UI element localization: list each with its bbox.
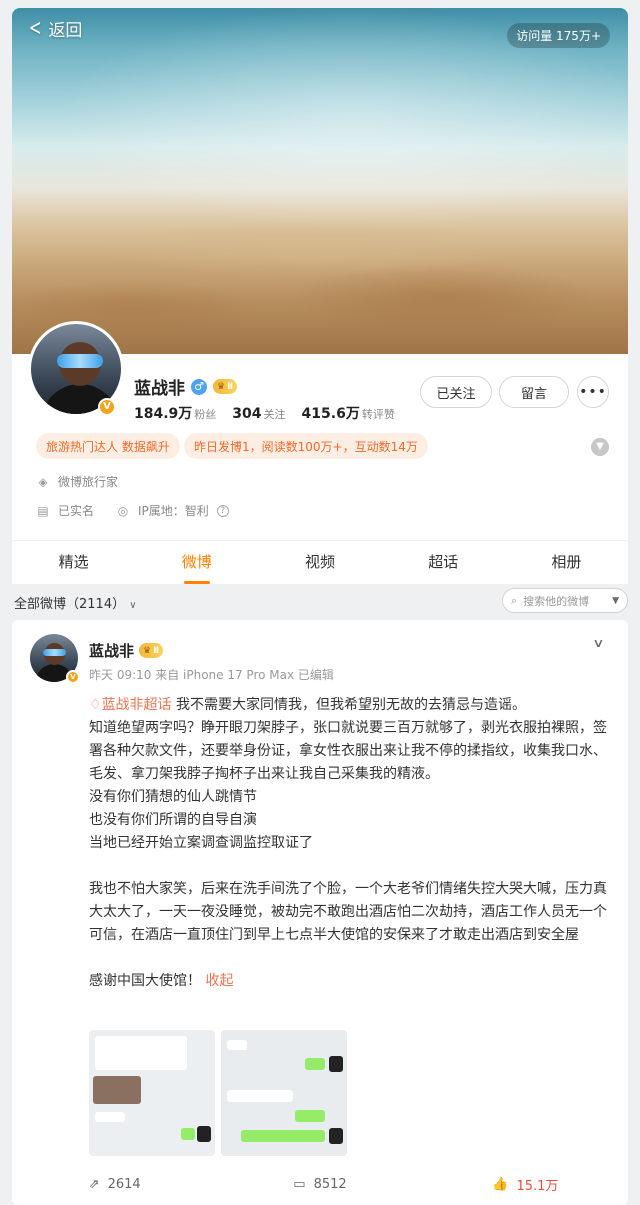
diamond-icon: ♢: [89, 697, 102, 713]
shield-icon: ◈: [38, 474, 48, 489]
stat-label: 转评赞: [361, 408, 395, 421]
search-posts-input[interactable]: ⌕ 搜索他的微博 ▼: [502, 588, 628, 613]
post-text: ♢蓝战非超话 我不需要大家同情我，但我希望别无故的去猜忌与造谣。 知道绝望两字吗…: [89, 694, 613, 993]
male-icon: ♂: [191, 378, 207, 395]
supertopic-label: 蓝战非超话: [101, 697, 172, 713]
chevron-down-icon[interactable]: ▼: [591, 438, 609, 456]
stat-fans[interactable]: 184.9万 粉丝: [134, 403, 216, 423]
post-author: 蓝战非 ♛ Ⅱ: [89, 640, 164, 661]
realname-text: 已实名: [58, 504, 95, 518]
chevron-down-icon: ∨: [129, 600, 137, 611]
certification-info: ◈ 微博旅行家: [36, 473, 118, 490]
profile-name-row: 蓝战非 ♂ ♛ Ⅱ: [134, 374, 238, 399]
search-placeholder: 搜索他的微博: [523, 594, 590, 608]
comment-button[interactable]: ▭ 8512: [217, 1170, 422, 1198]
visit-count-badge: 访问量 175万+: [507, 23, 610, 48]
search-icon: ⌕: [511, 593, 518, 607]
tab-supertopic[interactable]: 超话: [382, 541, 505, 584]
id-card-icon: ▤: [37, 503, 49, 518]
post-actions: ⇗ 2614 ▭ 8512 👍 15.1万: [12, 1170, 628, 1198]
all-posts-label: 全部微博（2114）: [14, 597, 126, 612]
all-posts-dropdown[interactable]: 全部微博（2114） ∨: [14, 593, 137, 612]
supertopic-link[interactable]: ♢蓝战非超话: [89, 697, 172, 713]
daily-stats-tag[interactable]: 昨日发博1，阅读数100万+，互动数14万: [184, 433, 428, 459]
verified-badge-icon: V: [98, 398, 116, 416]
post-body: 我不需要大家同情我，但我希望别无故的去猜忌与造谣。 知道绝望两字吗？睁开眼刀架脖…: [89, 697, 607, 989]
location-icon: ◎: [117, 503, 129, 518]
stat-label: 粉丝: [194, 408, 217, 421]
profile-tabs: 精选 微博 视频 超话 相册: [12, 540, 628, 584]
member-level-text: Ⅱ: [227, 381, 234, 392]
hot-talent-tag[interactable]: 旅游热门达人 数据飙升: [36, 433, 180, 459]
post-image[interactable]: [89, 1030, 215, 1156]
profile-card: V 蓝战非 ♂ ♛ Ⅱ 184.9万 粉丝 304 关注 415.6万 转评赞 已关注…: [12, 321, 628, 540]
thumbs-up-icon: 👍: [492, 1176, 509, 1192]
profile-stats: 184.9万 粉丝 304 关注 415.6万 转评赞: [134, 403, 395, 423]
following-button[interactable]: 已关注: [420, 376, 492, 408]
tab-album[interactable]: 相册: [505, 541, 628, 584]
like-button[interactable]: 👍 15.1万: [423, 1170, 628, 1198]
crown-icon: ♛: [217, 381, 226, 392]
verified-badge-icon: V: [66, 670, 80, 684]
cover-image: < 返回 访问量 175万+: [12, 8, 628, 354]
identity-info: ▤ 已实名 ◎ IP属地：智利 ?: [36, 502, 229, 519]
stat-value: 415.6万: [301, 406, 360, 422]
chevron-down-icon: ▼: [612, 595, 619, 606]
member-level-badge: ♛ Ⅱ: [213, 379, 238, 394]
member-level-badge: ♛ Ⅱ: [139, 643, 164, 658]
stat-following[interactable]: 304 关注: [232, 403, 285, 422]
certification-text: 微博旅行家: [58, 475, 119, 489]
help-icon[interactable]: ?: [216, 504, 229, 517]
post-menu-chevron-icon[interactable]: ∨: [592, 636, 604, 650]
message-button[interactable]: 留言: [499, 376, 569, 408]
chevron-left-icon: <: [28, 15, 42, 41]
filter-bar: 全部微博（2114） ∨ ⌕ 搜索他的微博 ▼: [12, 584, 628, 620]
page: < 返回 访问量 175万+ V 蓝战非 ♂ ♛ Ⅱ 184.9万 粉丝 304 关…: [12, 8, 628, 1205]
stat-value: 184.9万: [134, 406, 193, 422]
crown-icon: ♛: [143, 645, 152, 656]
tab-videos[interactable]: 视频: [258, 541, 381, 584]
profile-name: 蓝战非: [134, 379, 185, 399]
post-image[interactable]: [221, 1030, 347, 1156]
post-author-name[interactable]: 蓝战非: [89, 640, 134, 661]
more-options-button[interactable]: •••: [577, 376, 609, 408]
back-button[interactable]: < 返回: [26, 15, 83, 41]
tab-featured[interactable]: 精选: [12, 541, 135, 584]
like-count: 15.1万: [516, 1178, 559, 1194]
post-meta: 昨天 09:10 来自 iPhone 17 Pro Max 已编辑: [89, 668, 334, 682]
collapse-link[interactable]: 收起: [205, 973, 233, 989]
post-card: V 蓝战非 ♛ Ⅱ 昨天 09:10 来自 iPhone 17 Pro Max …: [12, 620, 628, 1205]
back-label: 返回: [48, 21, 83, 41]
stat-interactions: 415.6万 转评赞: [302, 403, 395, 423]
stat-label: 关注: [263, 408, 286, 421]
stat-value: 304: [232, 406, 262, 422]
tab-weibo[interactable]: 微博: [135, 541, 258, 584]
repost-count: 2614: [107, 1176, 141, 1192]
repost-button[interactable]: ⇗ 2614: [12, 1170, 217, 1198]
ip-location-text: IP属地：智利: [138, 504, 209, 518]
comment-count: 8512: [313, 1176, 347, 1192]
comment-icon: ▭: [293, 1176, 306, 1192]
share-icon: ⇗: [88, 1176, 100, 1192]
member-level-text: Ⅱ: [153, 645, 160, 656]
